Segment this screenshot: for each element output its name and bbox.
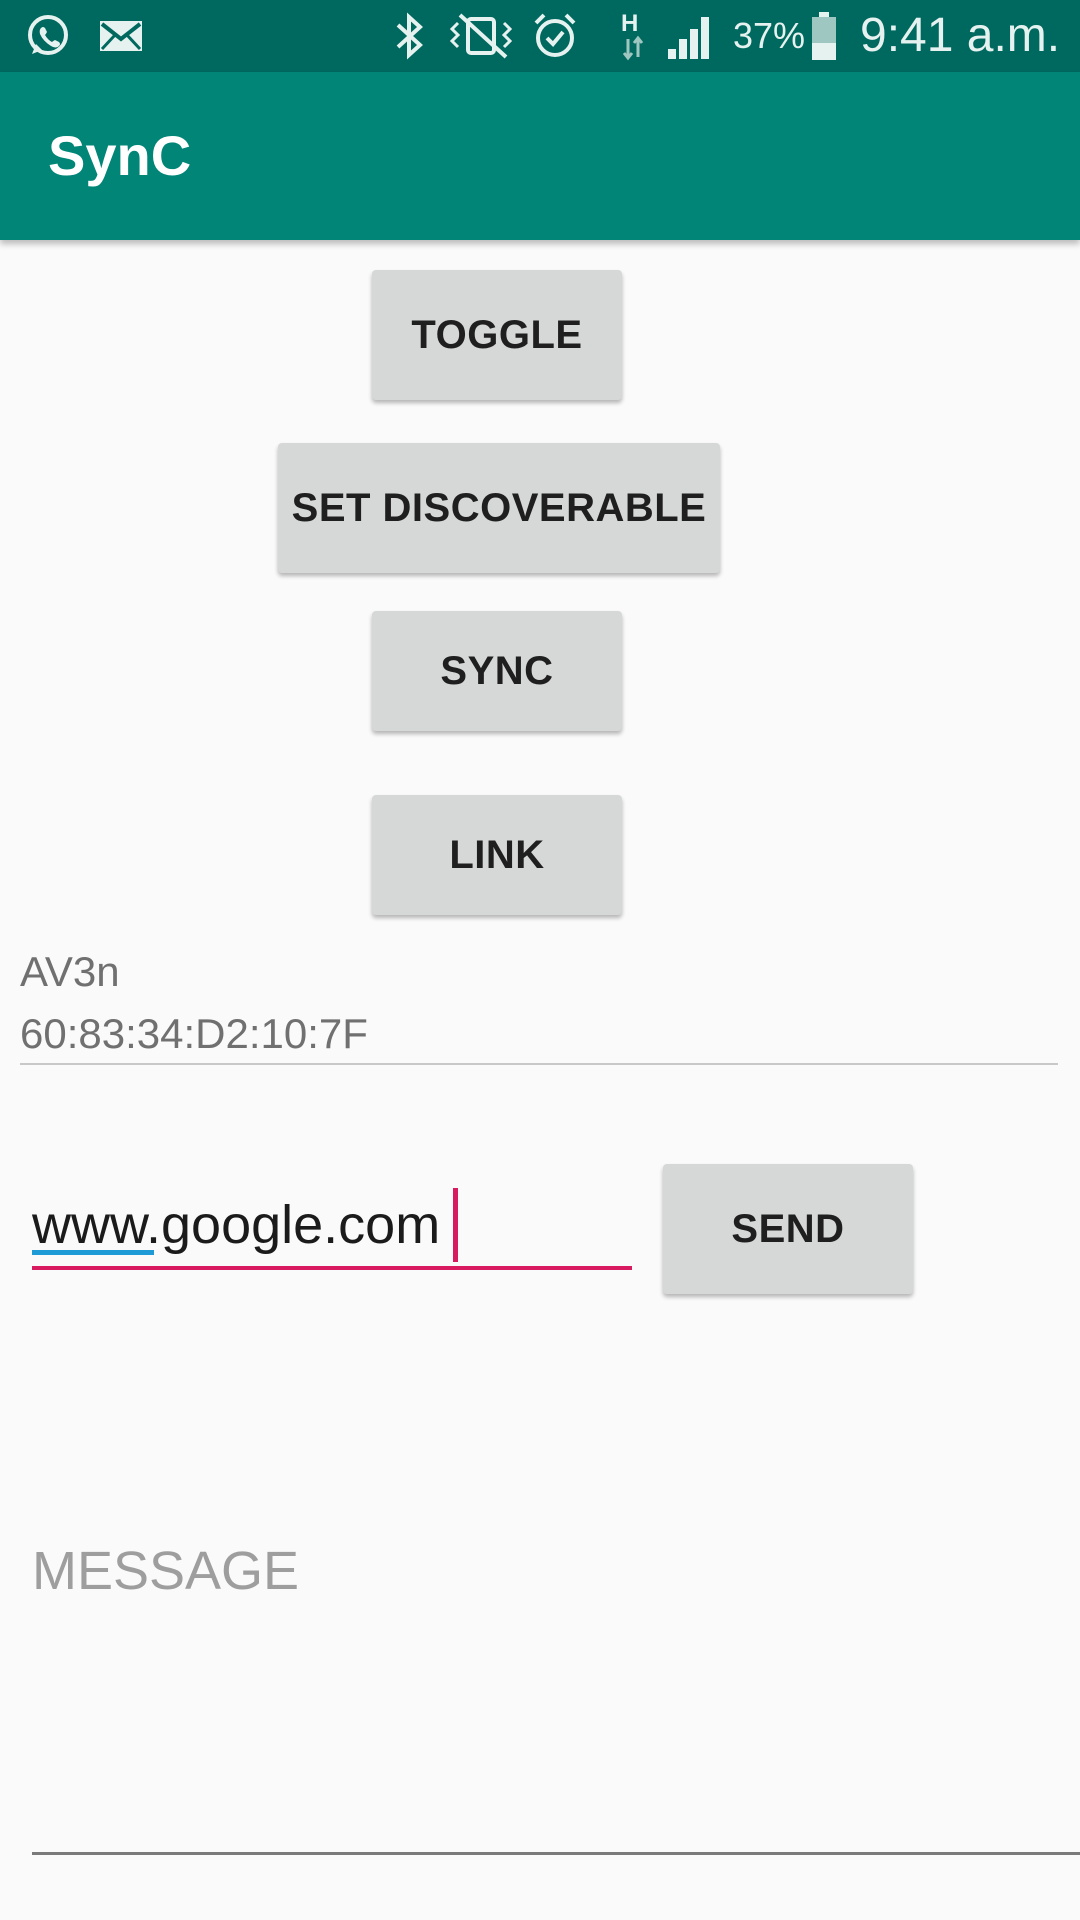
app-bar: SynC	[0, 72, 1080, 240]
toggle-button[interactable]: TOGGLE	[372, 270, 622, 400]
message-input-underline	[32, 1852, 1080, 1855]
spellcheck-underline	[32, 1250, 154, 1255]
bluetooth-icon	[392, 10, 428, 62]
vibrate-icon	[446, 10, 516, 62]
clock: 9:41 a.m.	[860, 9, 1061, 62]
url-input-value: www.google.com	[32, 1195, 441, 1255]
link-button[interactable]: LINK	[372, 795, 622, 915]
message-input[interactable]: MESSAGE	[32, 1540, 299, 1602]
alarm-icon	[530, 10, 580, 62]
signal-icon	[666, 10, 718, 62]
device-address[interactable]: 60:83:34:D2:10:7F	[20, 1010, 368, 1058]
send-button[interactable]: SEND	[663, 1164, 913, 1294]
list-divider	[20, 1063, 1058, 1065]
device-name[interactable]: AV3n	[20, 948, 120, 996]
sync-button[interactable]: SYNC	[372, 611, 622, 731]
battery-icon	[810, 10, 838, 62]
app-title: SynC	[48, 124, 192, 187]
network-h-icon: H	[618, 10, 648, 62]
battery-percent: 37%	[733, 15, 806, 56]
mail-icon	[98, 10, 144, 62]
url-input-underline	[32, 1266, 632, 1270]
whatsapp-icon	[24, 10, 72, 62]
set-discoverable-button[interactable]: SET DISCOVERABLE	[278, 443, 720, 573]
status-bar: H 37% 9:41 a.m.	[0, 0, 1080, 72]
svg-text:H: H	[621, 10, 638, 37]
url-input[interactable]: www.google.com	[32, 1180, 632, 1270]
text-cursor	[453, 1188, 458, 1262]
